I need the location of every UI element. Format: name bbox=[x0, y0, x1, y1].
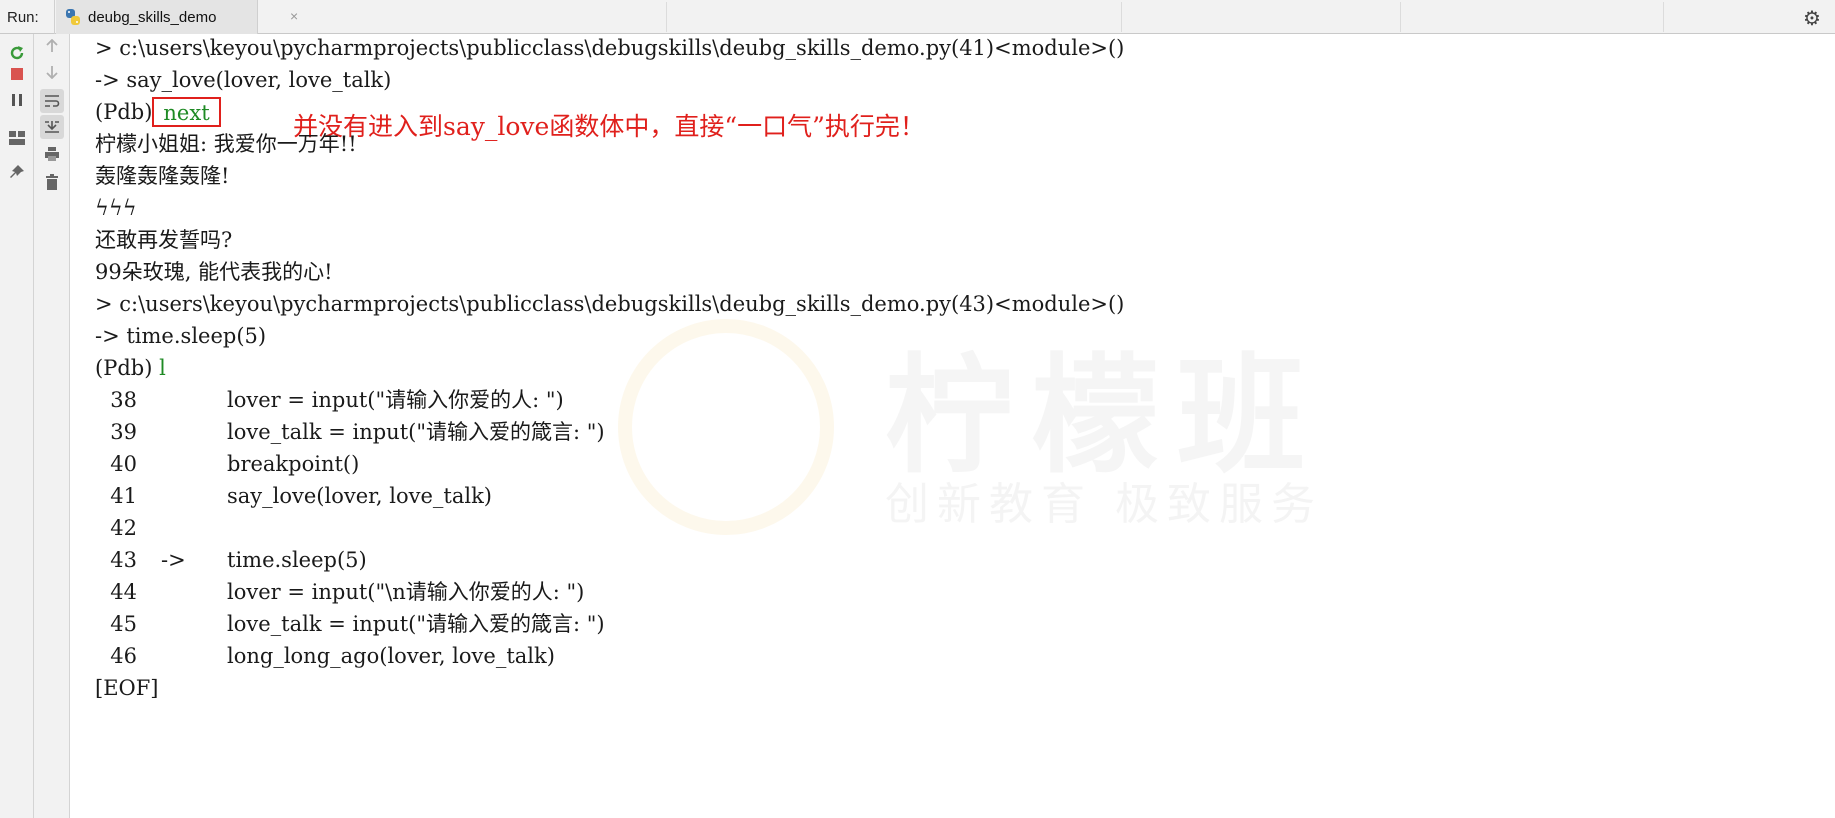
arrow-down-icon[interactable] bbox=[40, 60, 64, 84]
pdb-command: l bbox=[159, 356, 166, 380]
scroll-to-end-icon[interactable] bbox=[40, 115, 64, 139]
stop-icon[interactable] bbox=[5, 62, 29, 86]
pdb-command-line: (Pdb) next bbox=[95, 96, 221, 128]
source-listing-line: 43 -> time.sleep(5) bbox=[95, 544, 367, 576]
line-number: 41 bbox=[110, 484, 137, 508]
pin-icon[interactable] bbox=[5, 160, 29, 184]
divider bbox=[1400, 2, 1401, 32]
console-line: -> time.sleep(5) bbox=[95, 324, 267, 348]
console-line: > c:\users\keyou\pycharmprojects\publicc… bbox=[95, 292, 1125, 316]
source-code: lover = input("\n请输入你爱的人: ") bbox=[227, 580, 585, 604]
trash-icon[interactable] bbox=[40, 170, 64, 194]
line-number: 39 bbox=[110, 420, 137, 444]
run-label: Run: bbox=[7, 9, 39, 26]
line-number: 43 bbox=[110, 548, 137, 572]
line-number: 40 bbox=[110, 452, 137, 476]
source-listing-line: 44 lover = input("\n请输入你爱的人: ") bbox=[95, 576, 584, 608]
divider bbox=[1121, 2, 1122, 32]
pdb-prompt: (Pdb) bbox=[95, 356, 160, 380]
console-line: -> say_love(lover, love_talk) bbox=[95, 68, 392, 92]
line-number: 38 bbox=[110, 388, 137, 412]
source-listing-line: 40 breakpoint() bbox=[95, 448, 359, 480]
layout-icon[interactable] bbox=[5, 126, 29, 150]
console-line: > c:\users\keyou\pycharmprojects\publicc… bbox=[95, 36, 1125, 60]
print-icon[interactable] bbox=[40, 142, 64, 166]
watermark-logo bbox=[618, 319, 834, 535]
tab-title: deubg_skills_demo bbox=[88, 9, 217, 26]
python-icon bbox=[64, 8, 82, 26]
gear-icon[interactable]: ⚙ bbox=[1803, 6, 1821, 31]
source-listing-line: 42 bbox=[95, 512, 227, 544]
soft-wrap-icon[interactable] bbox=[40, 89, 64, 113]
source-listing-line: 46 long_long_ago(lover, love_talk) bbox=[95, 640, 555, 672]
console-line: 轰隆轰隆轰隆! bbox=[95, 164, 230, 188]
source-listing-line: 45 love_talk = input("请输入爱的箴言: ") bbox=[95, 608, 605, 640]
arrow-up-icon[interactable] bbox=[40, 34, 64, 58]
pdb-command-line: (Pdb) l bbox=[95, 352, 166, 384]
console-line: 99朵玫瑰, 能代表我的心! bbox=[95, 260, 333, 284]
watermark-subtitle: 创新教育 极致服务 bbox=[885, 479, 1323, 530]
line-number: 45 bbox=[110, 612, 137, 636]
divider bbox=[666, 2, 667, 32]
source-code: breakpoint() bbox=[227, 452, 360, 476]
source-code: long_long_ago(lover, love_talk) bbox=[227, 644, 555, 668]
source-code: say_love(lover, love_talk) bbox=[227, 484, 492, 508]
source-code: love_talk = input("请输入爱的箴言: ") bbox=[227, 420, 605, 444]
console-output[interactable]: 柠檬班 创新教育 极致服务 > c:\users\keyou\pycharmpr… bbox=[70, 34, 1835, 818]
pdb-prompt: (Pdb) bbox=[95, 100, 153, 124]
console-line: 还敢再发誓吗? bbox=[95, 228, 233, 252]
highlighted-command: next bbox=[152, 97, 221, 127]
line-number: 44 bbox=[110, 580, 137, 604]
current-line-marker: -> bbox=[161, 548, 186, 572]
run-tool-window-header: Run: deubg_skills_demo × ⚙ bbox=[0, 0, 1835, 34]
run-toolbar-secondary bbox=[34, 34, 70, 818]
run-toolbar-primary bbox=[0, 34, 34, 818]
source-code: love_talk = input("请输入爱的箴言: ") bbox=[227, 612, 605, 636]
line-number: 46 bbox=[110, 644, 137, 668]
console-line: [EOF] bbox=[95, 676, 159, 700]
console-line: ϟϟϟ bbox=[95, 196, 137, 220]
source-code: lover = input("请输入你爱的人: ") bbox=[227, 388, 564, 412]
line-number: 42 bbox=[110, 516, 137, 540]
source-code: time.sleep(5) bbox=[227, 548, 367, 572]
source-listing-line: 41 say_love(lover, love_talk) bbox=[95, 480, 492, 512]
divider bbox=[54, 0, 55, 34]
source-listing-line: 39 love_talk = input("请输入爱的箴言: ") bbox=[95, 416, 605, 448]
annotation-text: 并没有进入到say_love函数体中，直接“一口气”执行完！ bbox=[293, 112, 925, 141]
pause-icon[interactable] bbox=[5, 88, 29, 112]
source-listing-line: 38 lover = input("请输入你爱的人: ") bbox=[95, 384, 564, 416]
console-line: 柠檬小姐姐: 我爱你一万年!! bbox=[95, 132, 357, 156]
run-tab[interactable]: deubg_skills_demo × bbox=[56, 0, 298, 34]
divider bbox=[1663, 2, 1664, 32]
close-icon[interactable]: × bbox=[290, 8, 298, 24]
